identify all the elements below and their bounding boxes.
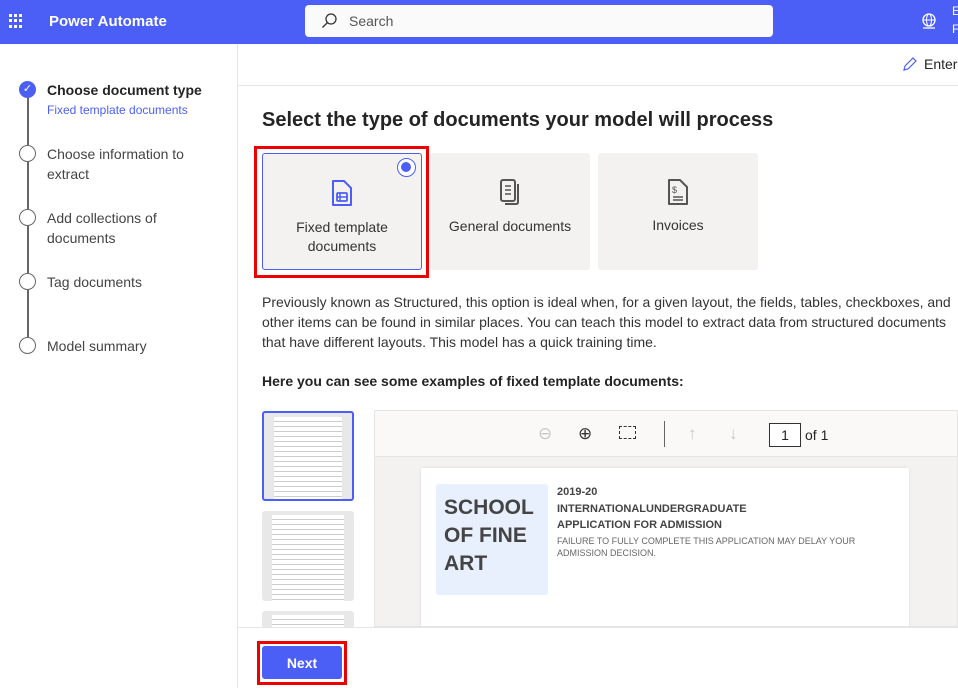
documents-icon	[430, 178, 590, 209]
environment-name[interactable]: EF	[952, 2, 958, 38]
page-count: of 1	[805, 427, 829, 443]
school-logo: SCHOOL OF FINE ART	[436, 484, 548, 595]
wizard-steps: ✓ Choose document type Fixed template do…	[0, 44, 238, 688]
environment-icon[interactable]	[920, 12, 938, 30]
highlight-box	[254, 146, 429, 278]
zoom-in-icon[interactable]: ⊕	[578, 425, 592, 443]
step-circle-icon	[19, 273, 36, 290]
search-input[interactable]: Search	[305, 5, 773, 37]
fit-page-icon[interactable]	[619, 426, 636, 439]
example-thumbnail[interactable]	[262, 411, 354, 501]
previous-page-icon[interactable]: ↑	[688, 425, 697, 443]
examples-heading: Here you can see some examples of fixed …	[262, 373, 684, 389]
app-header: Power Automate Search EF	[0, 0, 958, 44]
next-page-icon[interactable]: ↓	[729, 425, 738, 443]
app-launcher-icon[interactable]	[9, 14, 23, 28]
step-selection: Fixed template documents	[47, 103, 188, 117]
card-general-documents[interactable]: General documents	[430, 153, 590, 270]
zoom-out-icon[interactable]: ⊖	[538, 425, 552, 443]
document-page: SCHOOL OF FINE ART 2019-20 INTERNATIONALUN…	[421, 468, 909, 626]
search-icon	[322, 13, 337, 28]
card-invoices[interactable]: $ Invoices	[598, 153, 758, 270]
example-thumbnail[interactable]	[262, 511, 354, 601]
check-icon: ✓	[19, 81, 36, 98]
command-bar: Enter	[238, 44, 958, 86]
step-circle-icon	[19, 145, 36, 162]
enter-name-button[interactable]: Enter	[902, 56, 957, 72]
highlight-box	[257, 641, 347, 685]
viewer-toolbar: ⊖ ⊕ ↑ ↓ 1 of 1	[375, 411, 957, 457]
page-number-input[interactable]: 1	[769, 423, 801, 447]
page-title: Select the type of documents your model …	[262, 109, 774, 131]
invoice-icon: $	[598, 178, 758, 209]
document-viewer: ⊖ ⊕ ↑ ↓ 1 of 1 SCHOOL OF FINE ART 2019-20 …	[374, 410, 958, 627]
step-circle-icon	[19, 337, 36, 354]
pencil-icon	[903, 57, 917, 71]
search-placeholder: Search	[349, 13, 394, 29]
example-thumbnail[interactable]	[262, 611, 354, 628]
app-title[interactable]: Power Automate	[49, 13, 167, 30]
svg-text:$: $	[672, 185, 677, 195]
step-circle-icon	[19, 209, 36, 226]
type-description: Previously known as Structured, this opt…	[262, 294, 951, 350]
